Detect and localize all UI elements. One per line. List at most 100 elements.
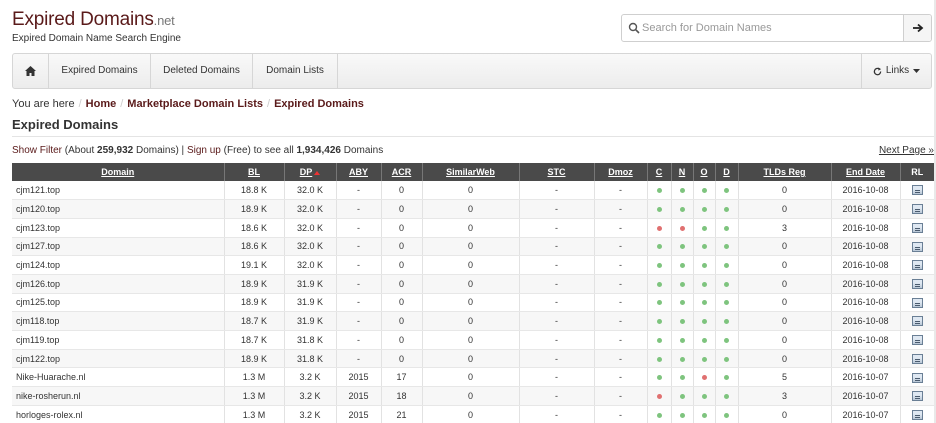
col-header-dp[interactable]: DP	[284, 163, 337, 181]
domain-link[interactable]: Nike-Huarache.nl	[12, 367, 225, 388]
register-list-icon[interactable]	[911, 372, 923, 383]
status-o	[693, 237, 716, 257]
status-dot-icon	[701, 337, 707, 343]
dmoz-value: -	[594, 311, 648, 331]
col-header-dmoz[interactable]: Dmoz	[594, 163, 648, 181]
status-dot-icon	[679, 300, 685, 306]
acr-value: 0	[381, 293, 423, 313]
end-date-value: 2016-10-08	[831, 218, 901, 238]
register-list-icon[interactable]	[911, 409, 923, 420]
rl-cell	[900, 293, 935, 313]
domain-link[interactable]: cjm126.top	[12, 274, 225, 294]
similarweb-value: 0	[422, 367, 520, 388]
status-dot-icon	[656, 337, 662, 343]
status-c	[647, 349, 672, 369]
bl-value: 18.6 K	[224, 237, 285, 257]
end-date-value: 2016-10-08	[831, 274, 901, 294]
col-header-c[interactable]: C	[647, 163, 672, 181]
acr-value: 0	[381, 255, 423, 275]
breadcrumb-expired-domains[interactable]: Expired Domains	[274, 98, 364, 110]
register-list-icon[interactable]	[911, 353, 923, 364]
status-c	[647, 367, 672, 388]
nav-home[interactable]	[13, 54, 49, 88]
status-d	[715, 255, 739, 275]
domain-link[interactable]: cjm125.top	[12, 293, 225, 313]
tlds-reg-value: 0	[738, 330, 832, 350]
breadcrumb-marketplace[interactable]: Marketplace Domain Lists	[127, 98, 263, 110]
aby-value: -	[336, 311, 382, 331]
aby-value: 2015	[336, 367, 382, 388]
show-filter-link[interactable]: Show Filter	[12, 145, 62, 156]
register-list-icon[interactable]	[911, 391, 923, 402]
nav-links-dropdown[interactable]: Links	[861, 54, 931, 88]
next-page-link[interactable]: Next Page »	[879, 145, 934, 156]
domain-link[interactable]: cjm127.top	[12, 237, 225, 257]
col-header-stc[interactable]: STC	[519, 163, 595, 181]
register-list-icon[interactable]	[911, 241, 923, 252]
nav-deleted-domains[interactable]: Deleted Domains	[151, 54, 253, 88]
domain-link[interactable]: cjm119.top	[12, 330, 225, 350]
status-c	[647, 274, 672, 294]
register-list-icon[interactable]	[911, 279, 923, 290]
register-list-icon[interactable]	[911, 223, 923, 234]
rl-cell	[900, 367, 935, 388]
dmoz-value: -	[594, 293, 648, 313]
domain-link[interactable]: cjm121.top	[12, 181, 225, 201]
nav-expired-domains[interactable]: Expired Domains	[49, 54, 151, 88]
domain-link[interactable]: cjm123.top	[12, 218, 225, 238]
status-n	[671, 330, 694, 350]
bl-value: 18.7 K	[224, 311, 285, 331]
status-dot-icon	[701, 375, 707, 381]
similarweb-value: 0	[422, 293, 520, 313]
domain-link[interactable]: nike-rosherun.nl	[12, 386, 225, 406]
domain-link[interactable]: cjm118.top	[12, 311, 225, 331]
breadcrumb-home[interactable]: Home	[86, 98, 117, 110]
register-list-icon[interactable]	[911, 185, 923, 196]
sign-up-link[interactable]: Sign up	[187, 145, 221, 156]
dmoz-value: -	[594, 349, 648, 369]
aby-value: -	[336, 330, 382, 350]
domain-link[interactable]: cjm120.top	[12, 199, 225, 219]
status-o	[693, 255, 716, 275]
register-list-icon[interactable]	[911, 335, 923, 346]
site-logo[interactable]: Expired Domains.net	[12, 9, 175, 31]
status-dot-icon	[679, 207, 685, 213]
domain-link[interactable]: cjm122.top	[12, 349, 225, 369]
tlds-reg-value: 0	[738, 255, 832, 275]
aby-value: -	[336, 274, 382, 294]
search-input[interactable]	[642, 17, 902, 39]
col-header-acr[interactable]: ACR	[381, 163, 423, 181]
bl-value: 18.7 K	[224, 330, 285, 350]
col-header-domain[interactable]: Domain	[12, 163, 225, 181]
aby-value: -	[336, 255, 382, 275]
tlds-reg-value: 0	[738, 405, 832, 423]
search-submit-button[interactable]	[903, 15, 931, 41]
register-list-icon[interactable]	[911, 316, 923, 327]
rl-cell	[900, 218, 935, 238]
register-list-icon[interactable]	[911, 297, 923, 308]
domain-link[interactable]: cjm124.top	[12, 255, 225, 275]
col-header-n[interactable]: N	[671, 163, 694, 181]
domain-link[interactable]: horloges-rolex.nl	[12, 405, 225, 423]
col-header-end-date[interactable]: End Date	[831, 163, 901, 181]
status-o	[693, 293, 716, 313]
stc-value: -	[519, 293, 595, 313]
col-header-similarweb[interactable]: SimilarWeb	[422, 163, 520, 181]
status-dot-icon	[656, 244, 662, 250]
col-header-tlds-reg[interactable]: TLDs Reg	[738, 163, 832, 181]
col-header-d[interactable]: D	[715, 163, 739, 181]
status-dot-icon	[701, 225, 707, 231]
site-header: Expired Domains.net Expired Domain Name …	[0, 0, 936, 54]
register-list-icon[interactable]	[911, 204, 923, 215]
similarweb-value: 0	[422, 199, 520, 219]
bl-value: 18.9 K	[224, 199, 285, 219]
nav-domain-lists[interactable]: Domain Lists	[253, 54, 338, 88]
status-dot-icon	[724, 300, 729, 306]
col-header-o[interactable]: O	[693, 163, 716, 181]
domains-table: Domain BL DP ABY ACR SimilarWeb STC Dmoz…	[12, 163, 935, 423]
logo-tld: .net	[153, 13, 175, 28]
col-header-aby[interactable]: ABY	[336, 163, 382, 181]
register-list-icon[interactable]	[911, 260, 923, 271]
aby-value: 2015	[336, 405, 382, 423]
col-header-bl[interactable]: BL	[224, 163, 285, 181]
